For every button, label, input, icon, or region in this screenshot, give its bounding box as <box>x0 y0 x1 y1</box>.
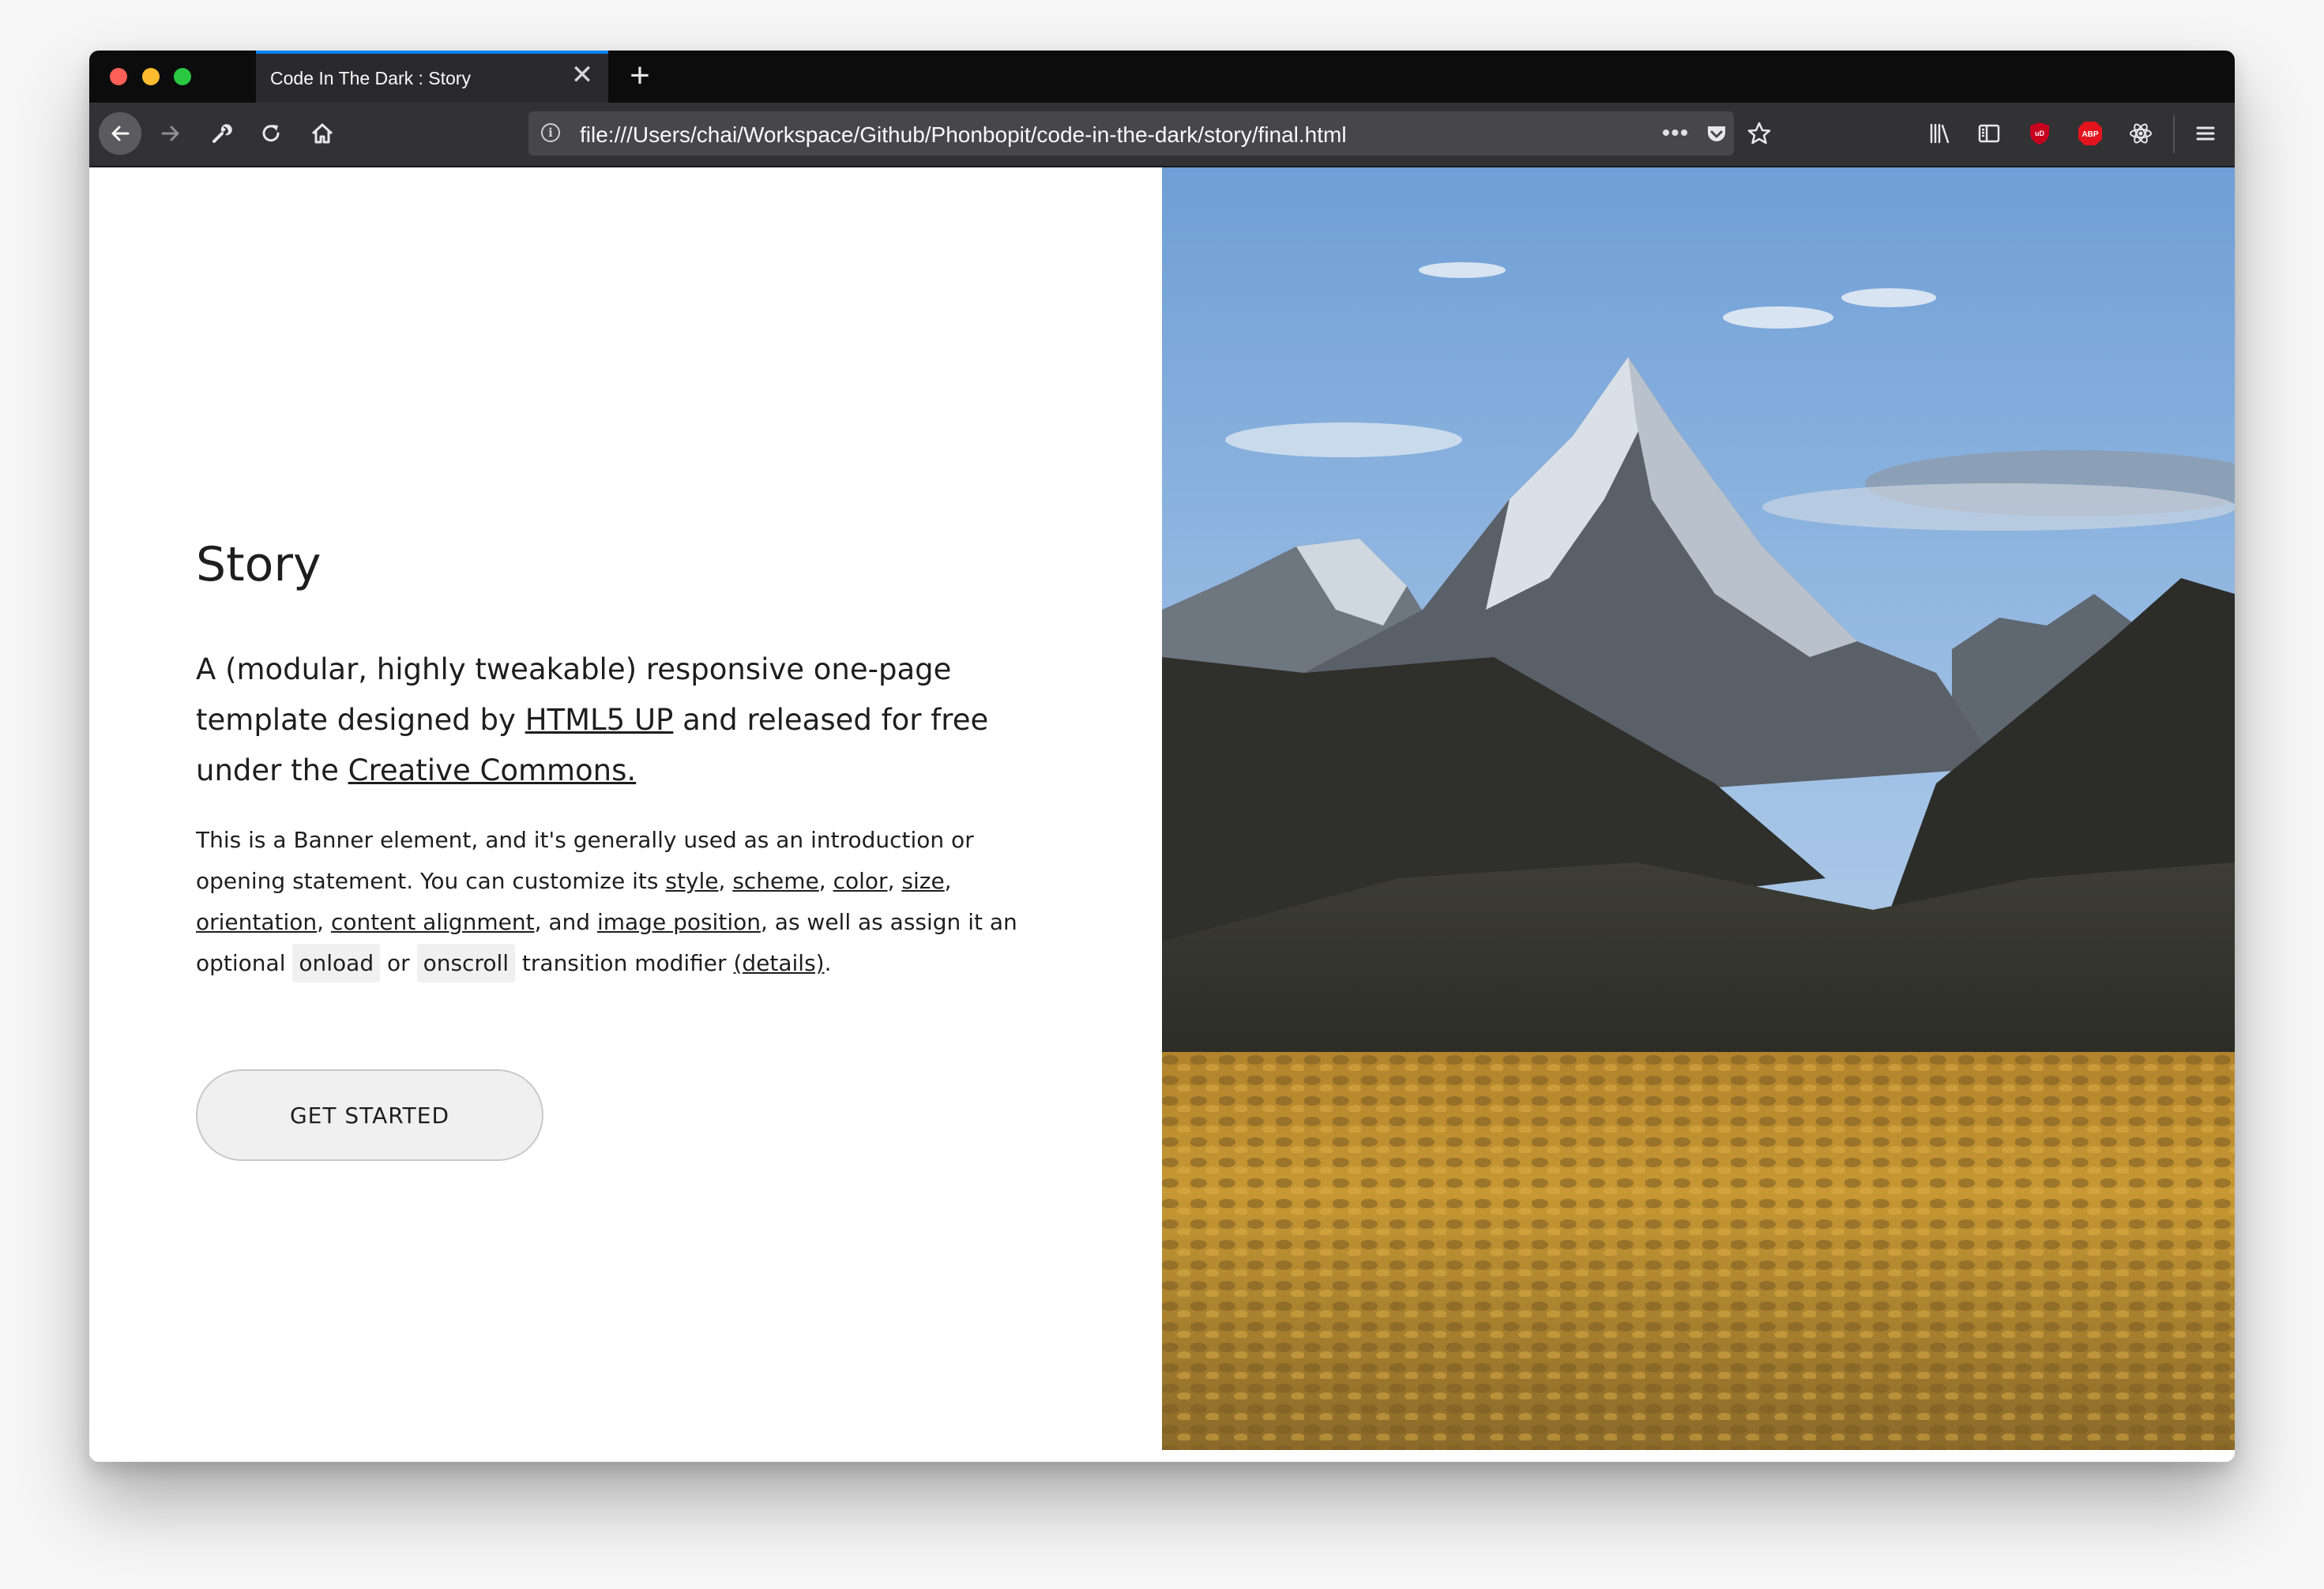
hamburger-menu-icon[interactable] <box>2184 112 2227 155</box>
body-paragraph: This is a Banner element, and it's gener… <box>196 820 1033 984</box>
tab-strip: Code In The Dark : Story ✕ + <box>89 51 2235 103</box>
body-text: or <box>380 950 417 976</box>
page-actions-icon[interactable]: ••• <box>1660 118 1691 149</box>
orientation-link[interactable]: orientation <box>196 909 317 935</box>
body-text: , <box>944 868 952 894</box>
details-link[interactable]: (details) <box>733 950 824 976</box>
onload-code: onload <box>292 944 381 982</box>
close-window-button[interactable] <box>110 68 127 85</box>
arrow-right-icon <box>161 126 179 141</box>
onscroll-code: onscroll <box>416 944 516 982</box>
lead-paragraph: A (modular, highly tweakable) responsive… <box>196 644 1033 796</box>
style-link[interactable]: style <box>665 868 718 894</box>
pocket-icon[interactable] <box>1701 118 1732 149</box>
developer-tools-button[interactable] <box>200 112 243 155</box>
home-button[interactable] <box>301 112 344 155</box>
info-icon[interactable]: i <box>541 123 560 142</box>
body-text: , <box>818 868 833 894</box>
tab-active[interactable]: Code In The Dark : Story ✕ <box>256 51 608 103</box>
ublock-label: uD <box>2035 130 2044 137</box>
url-bar[interactable]: i file:///Users/chai/Workspace/Github/Ph… <box>528 111 1771 156</box>
adblock-plus-label: ABP <box>2081 130 2098 139</box>
body-text: , <box>718 868 733 894</box>
get-started-button[interactable]: GET STARTED <box>196 1069 543 1161</box>
reload-icon <box>262 125 280 142</box>
browser-window: Code In The Dark : Story ✕ + i file:///U… <box>89 51 2235 1462</box>
html5up-link[interactable]: HTML5 UP <box>525 703 674 737</box>
adblock-plus-icon[interactable]: ABP <box>2069 112 2112 155</box>
body-text: , <box>887 868 902 894</box>
sidebar-icon[interactable] <box>1968 112 2010 155</box>
image-position-link[interactable]: image position <box>597 909 761 935</box>
body-text: transition modifier <box>515 950 734 976</box>
library-icon[interactable] <box>1919 112 1961 155</box>
body-text: , and <box>534 909 597 935</box>
wrench-icon <box>212 124 232 143</box>
url-text[interactable]: file:///Users/chai/Workspace/Github/Phon… <box>580 122 1347 148</box>
page-viewport: Story A (modular, highly tweakable) resp… <box>89 167 2235 1462</box>
body-text: . <box>824 950 832 976</box>
back-button[interactable] <box>99 112 141 155</box>
forward-button[interactable] <box>149 112 192 155</box>
navigation-bar: i file:///Users/chai/Workspace/Github/Ph… <box>89 103 2235 167</box>
page-title: Story <box>196 537 322 592</box>
close-tab-icon[interactable]: ✕ <box>569 62 596 88</box>
body-text: , <box>317 909 331 935</box>
color-link[interactable]: color <box>833 868 888 894</box>
home-icon <box>311 123 333 144</box>
maximize-window-button[interactable] <box>174 68 191 85</box>
star-icon[interactable] <box>1743 118 1775 149</box>
toolbar-separator <box>2173 115 2175 153</box>
tab-title: Code In The Dark : Story <box>270 68 471 88</box>
active-tab-indicator <box>256 51 608 54</box>
banner-image <box>1162 167 2235 1450</box>
new-tab-button[interactable]: + <box>623 58 656 93</box>
minimize-window-button[interactable] <box>142 68 160 85</box>
react-devtools-icon[interactable] <box>2119 112 2162 155</box>
ublock-icon[interactable]: uD <box>2018 112 2061 155</box>
arrow-left-icon <box>111 126 130 141</box>
content-alignment-link[interactable]: content alignment <box>331 909 535 935</box>
creative-commons-link[interactable]: Creative Commons. <box>348 753 637 787</box>
size-link[interactable]: size <box>901 868 944 894</box>
scheme-link[interactable]: scheme <box>732 868 818 894</box>
reload-button[interactable] <box>250 112 292 155</box>
